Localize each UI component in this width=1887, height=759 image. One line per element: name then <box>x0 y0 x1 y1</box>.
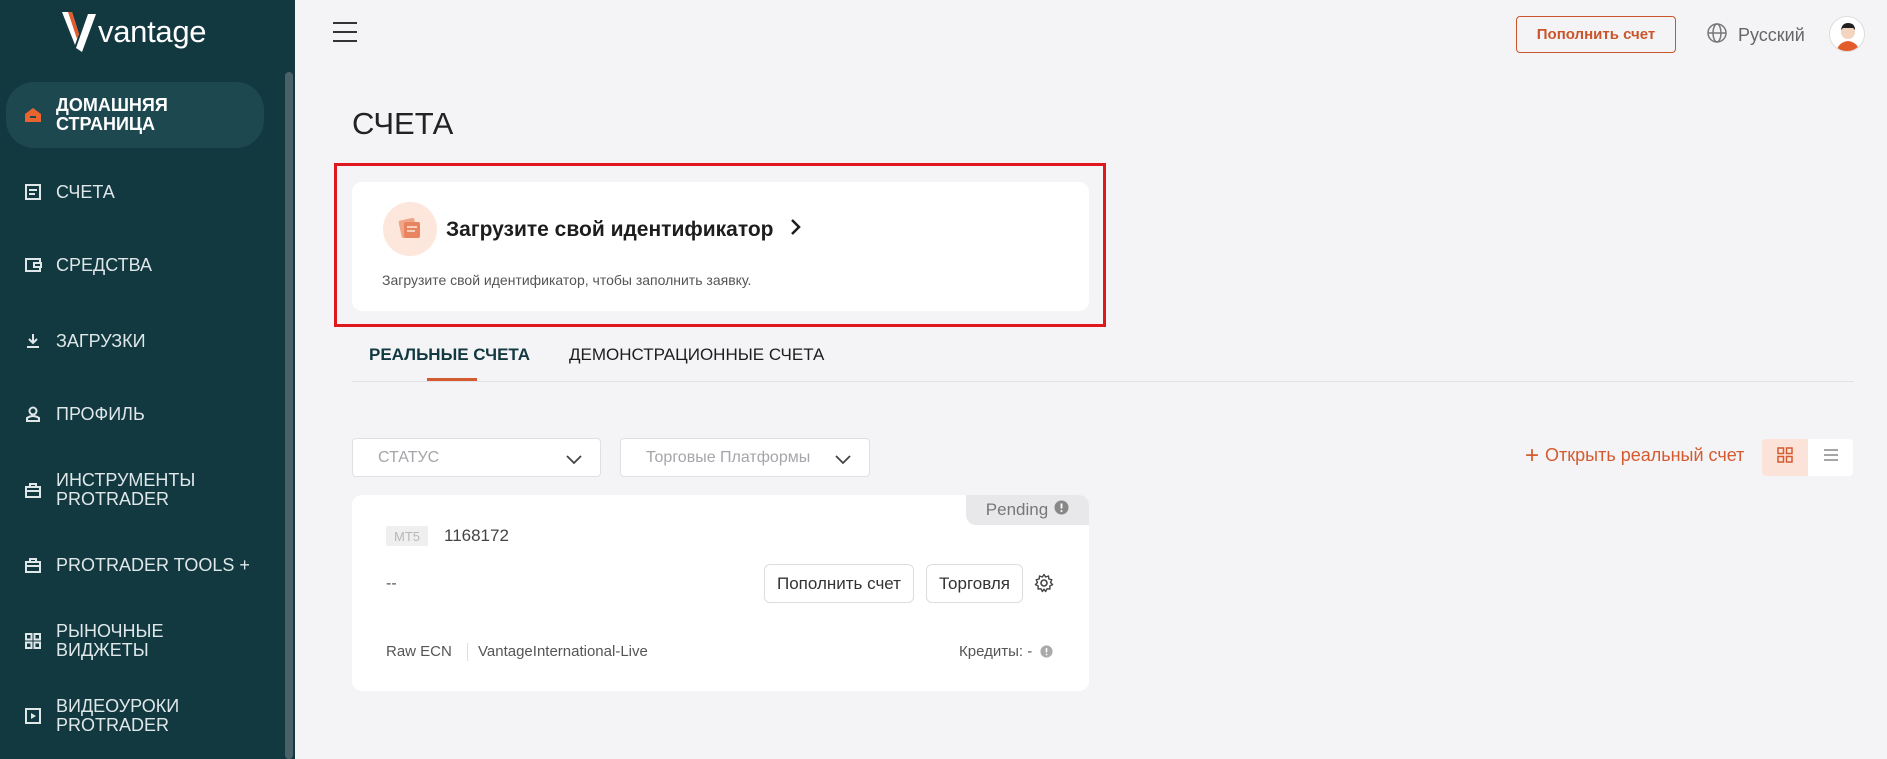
sidebar: vantage ДОМАШНЯЯ СТРАНИЦА СЧЕТА СРЕДСТВА… <box>0 0 295 759</box>
id-upload-description: Загрузите свой идентификатор, чтобы запо… <box>382 272 752 288</box>
sidebar-item-label: ВИДЕОУРОКИ PROTRADER <box>56 696 180 735</box>
list-view-button[interactable] <box>1808 439 1853 476</box>
menu-icon[interactable] <box>333 22 357 44</box>
sidebar-item-label: ЗАГРУЗКИ <box>56 330 146 351</box>
sidebar-item-profile[interactable]: ПРОФИЛЬ <box>6 404 264 424</box>
divider <box>467 643 468 661</box>
credits-label: Кредиты: - <box>959 643 1033 660</box>
sidebar-item-label: ИНСТРУМЕНТЫ PROTRADER <box>56 470 196 509</box>
sidebar-item-protrader-tools-plus[interactable]: PROTRADER TOOLS + <box>6 545 264 585</box>
id-upload-card[interactable] <box>352 182 1089 311</box>
sidebar-item-label: ПРОФИЛЬ <box>56 403 145 424</box>
header-topup-button[interactable]: Пополнить счет <box>1516 16 1676 53</box>
grid-icon <box>1777 447 1793 468</box>
list-icon <box>1823 448 1839 467</box>
tab-demo-accounts[interactable]: ДЕМОНСТРАЦИОННЫЕ СЧЕТА <box>569 345 824 365</box>
platform-badge: MT5 <box>386 526 428 546</box>
plus-icon: + <box>1525 441 1540 469</box>
wallet-icon <box>23 255 43 275</box>
page-title: СЧЕТА <box>352 106 454 141</box>
widgets-icon <box>23 631 43 651</box>
sidebar-item-home[interactable]: ДОМАШНЯЯ СТРАНИЦА <box>6 82 264 148</box>
platform-select[interactable]: Торговые Платформы <box>620 438 870 477</box>
grid-view-button[interactable] <box>1762 439 1808 476</box>
toolbox-icon <box>23 555 43 575</box>
home-icon <box>23 105 43 125</box>
download-icon <box>23 331 43 351</box>
chevron-down-icon <box>566 452 582 470</box>
sidebar-item-downloads[interactable]: ЗАГРУЗКИ <box>6 331 264 351</box>
sidebar-item-accounts[interactable]: СЧЕТА <box>6 182 264 202</box>
logo-text: vantage <box>98 14 207 49</box>
status-select[interactable]: СТАТУС <box>352 438 601 477</box>
status-badge-label: Pending <box>985 500 1049 519</box>
trade-button[interactable]: Торговля <box>926 564 1023 603</box>
vantage-logo-mark-icon <box>62 12 96 52</box>
open-real-account-button[interactable]: + Открыть реальный счет <box>1525 441 1745 469</box>
tabs-divider <box>352 381 1854 382</box>
language-label: Русский <box>1738 25 1805 45</box>
id-upload-title-text: Загрузите свой идентификатор <box>446 218 774 241</box>
sidebar-item-label: РЫНОЧНЫЕ ВИДЖЕТЫ <box>56 621 164 660</box>
tab-real-accounts[interactable]: РЕАЛЬНЫЕ СЧЕТА <box>369 345 530 365</box>
account-balance: -- <box>386 575 397 592</box>
globe-icon <box>1706 22 1728 49</box>
sidebar-item-label: ДОМАШНЯЯ СТРАНИЦА <box>56 95 168 134</box>
account-number: 1168172 <box>444 526 509 545</box>
sidebar-scrollbar[interactable] <box>285 72 293 759</box>
platform-select-value: Торговые Платформы <box>646 448 811 466</box>
user-icon <box>23 404 43 424</box>
video-icon <box>23 706 43 726</box>
toolbox-icon <box>23 480 43 500</box>
sidebar-item-label: СЧЕТА <box>56 181 115 202</box>
language-selector[interactable]: Русский <box>1706 22 1805 49</box>
sidebar-item-label: СРЕДСТВА <box>56 254 153 275</box>
chevron-right-icon <box>790 218 802 242</box>
sidebar-item-protrader-tools[interactable]: ИНСТРУМЕНТЫ PROTRADER <box>6 470 264 510</box>
vantage-logo[interactable]: vantage <box>62 10 207 54</box>
account-server: VantageInternational-Live <box>478 643 648 660</box>
id-upload-title[interactable]: Загрузите свой идентификатор <box>446 218 802 242</box>
gear-icon[interactable] <box>1032 571 1056 595</box>
sidebar-item-market-widgets[interactable]: РЫНОЧНЫЕ ВИДЖЕТЫ <box>6 621 264 661</box>
info-icon[interactable] <box>1040 645 1053 663</box>
info-icon[interactable] <box>1054 500 1069 520</box>
sidebar-item-video-lessons[interactable]: ВИДЕОУРОКИ PROTRADER <box>6 696 264 736</box>
account-type: Raw ECN <box>386 643 452 660</box>
id-upload-icon <box>383 202 437 256</box>
account-topup-button[interactable]: Пополнить счет <box>764 564 914 603</box>
sidebar-item-label: PROTRADER TOOLS + <box>56 554 250 575</box>
accounts-icon <box>23 182 43 202</box>
status-select-value: СТАТУС <box>378 448 440 466</box>
status-badge: Pending <box>966 495 1089 525</box>
avatar[interactable] <box>1829 16 1865 52</box>
sidebar-item-funds[interactable]: СРЕДСТВА <box>6 255 264 275</box>
open-real-account-label: Открыть реальный счет <box>1545 445 1745 465</box>
chevron-down-icon <box>835 452 851 470</box>
